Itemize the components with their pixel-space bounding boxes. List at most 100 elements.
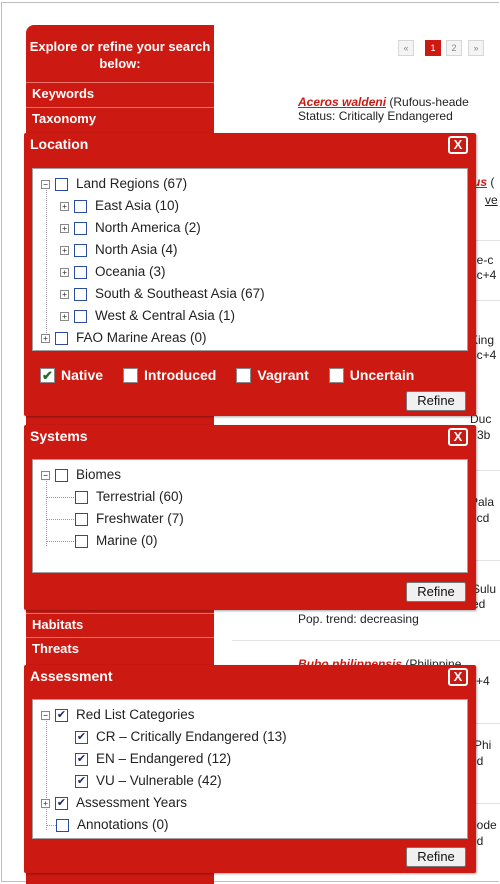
expand-icon[interactable]: + bbox=[60, 245, 69, 255]
checkbox[interactable] bbox=[74, 199, 87, 213]
expand-icon[interactable]: + bbox=[60, 201, 69, 211]
expand-icon[interactable]: + bbox=[60, 223, 69, 233]
option-label: Vagrant bbox=[257, 367, 309, 383]
result-1-common: (Rufous-heade bbox=[389, 95, 469, 109]
checkbox[interactable] bbox=[74, 265, 87, 279]
option-vagrant[interactable]: Vagrant bbox=[236, 367, 309, 383]
checkbox[interactable] bbox=[75, 512, 88, 526]
tree-label: Freshwater (7) bbox=[96, 511, 184, 526]
sidebar-item-threats[interactable]: Threats bbox=[26, 637, 214, 659]
checkbox[interactable] bbox=[55, 331, 68, 345]
tree-label: Terrestrial (60) bbox=[96, 489, 184, 504]
tree-label: VU – Vulnerable (42) bbox=[96, 773, 222, 788]
expand-icon[interactable]: + bbox=[60, 289, 69, 299]
tree-label: FAO Marine Areas (0) bbox=[76, 330, 207, 345]
assessment-tree: − ✔ Red List Categories ✔ CR – Criticall… bbox=[32, 699, 468, 839]
expand-icon[interactable]: + bbox=[60, 311, 69, 321]
tree-node-south-southeast-asia: + South & Southeast Asia (67) bbox=[60, 283, 265, 305]
checked-checkbox-icon[interactable]: ✔ bbox=[55, 796, 68, 810]
tree-node-east-asia: + East Asia (10) bbox=[60, 195, 179, 217]
expand-icon[interactable]: + bbox=[60, 267, 69, 277]
checkbox[interactable] bbox=[74, 309, 87, 323]
divider bbox=[232, 640, 500, 641]
option-label: Introduced bbox=[144, 367, 217, 383]
tree-node-marine: Marine (0) bbox=[75, 530, 158, 552]
location-panel: Location X − Land Regions (67) + East As… bbox=[24, 133, 476, 416]
result-1: Aceros waldeni (Rufous-heade bbox=[298, 95, 500, 109]
tree-label: North Asia (4) bbox=[95, 242, 178, 257]
tree-line bbox=[46, 476, 47, 546]
checkbox[interactable] bbox=[328, 367, 344, 383]
tree-node-north-asia: + North Asia (4) bbox=[60, 239, 178, 261]
expand-icon[interactable]: + bbox=[41, 798, 50, 808]
tree-node-en: ✔ EN – Endangered (12) bbox=[75, 748, 231, 770]
tree-node-north-america: + North America (2) bbox=[60, 217, 201, 239]
tree-node-assessment-years: + ✔ Assessment Years bbox=[41, 792, 187, 814]
assessment-close-button[interactable]: X bbox=[448, 668, 468, 686]
result-2-link[interactable]: ve bbox=[485, 193, 498, 207]
systems-tree: − Biomes Terrestrial (60) Freshwater (7)… bbox=[32, 459, 468, 573]
checkbox[interactable] bbox=[75, 534, 88, 548]
checked-checkbox-icon[interactable]: ✔ bbox=[75, 730, 88, 744]
tree-label: North America (2) bbox=[95, 220, 201, 235]
location-refine-button[interactable]: Refine bbox=[406, 391, 466, 411]
tree-node-terrestrial: Terrestrial (60) bbox=[75, 486, 183, 508]
option-label: Uncertain bbox=[349, 367, 415, 383]
systems-panel: Systems X − Biomes Terrestrial (60) Fres… bbox=[24, 425, 476, 610]
result-pop-trend: Pop. trend: decreasing bbox=[298, 612, 419, 626]
checked-checkbox-icon[interactable]: ✔ bbox=[40, 367, 55, 383]
result-1-status: Status: Critically Endangered bbox=[298, 109, 453, 123]
assessment-refine-button[interactable]: Refine bbox=[406, 847, 466, 867]
pager-page-2[interactable]: 2 bbox=[446, 40, 462, 56]
origin-options: ✔ Native Introduced Vagrant Uncertain bbox=[40, 364, 414, 386]
checkbox[interactable] bbox=[74, 221, 87, 235]
location-panel-title: Location bbox=[30, 136, 89, 152]
checkbox[interactable] bbox=[123, 367, 139, 383]
checkbox[interactable] bbox=[74, 243, 87, 257]
tree-node-cr: ✔ CR – Critically Endangered (13) bbox=[75, 726, 287, 748]
checked-checkbox-icon[interactable]: ✔ bbox=[75, 774, 88, 788]
systems-panel-title: Systems bbox=[30, 428, 88, 444]
tree-node-red-list-categories: − ✔ Red List Categories bbox=[41, 704, 195, 726]
pager-page-1[interactable]: 1 bbox=[425, 40, 441, 56]
systems-close-button[interactable]: X bbox=[448, 428, 468, 446]
checkbox[interactable] bbox=[236, 367, 252, 383]
checkbox[interactable] bbox=[55, 468, 68, 482]
collapse-icon[interactable]: − bbox=[41, 710, 50, 720]
tree-line bbox=[46, 519, 74, 520]
tree-label: Red List Categories bbox=[76, 707, 195, 722]
tree-label: Marine (0) bbox=[96, 533, 158, 548]
option-label: Native bbox=[61, 367, 104, 383]
sidebar-item-habitats[interactable]: Habitats bbox=[26, 613, 214, 635]
tree-label: Assessment Years bbox=[76, 795, 188, 810]
checkbox[interactable] bbox=[74, 287, 87, 301]
option-uncertain[interactable]: Uncertain bbox=[328, 367, 415, 383]
location-close-button[interactable]: X bbox=[448, 136, 468, 154]
systems-refine-button[interactable]: Refine bbox=[406, 582, 466, 602]
expand-icon[interactable]: + bbox=[41, 333, 50, 343]
sidebar-heading: Explore or refine your search below: bbox=[29, 39, 211, 71]
tree-line bbox=[46, 185, 47, 343]
sidebar-item-taxonomy[interactable]: Taxonomy bbox=[26, 107, 214, 129]
checkbox[interactable] bbox=[56, 818, 69, 832]
tree-node-west-central-asia: + West & Central Asia (1) bbox=[60, 305, 235, 327]
collapse-icon[interactable]: − bbox=[41, 179, 50, 189]
collapse-icon[interactable]: − bbox=[41, 470, 50, 480]
checkbox[interactable] bbox=[75, 490, 88, 504]
checked-checkbox-icon[interactable]: ✔ bbox=[55, 708, 68, 722]
pager-next-button[interactable]: » bbox=[468, 40, 484, 56]
tree-node-annotations: Annotations (0) bbox=[56, 814, 169, 836]
tree-label: East Asia (10) bbox=[95, 198, 180, 213]
checkbox[interactable] bbox=[55, 177, 68, 191]
assessment-panel: Assessment X − ✔ Red List Categories ✔ C… bbox=[24, 665, 476, 873]
sidebar-item-keywords[interactable]: Keywords bbox=[26, 82, 214, 104]
option-native[interactable]: ✔ Native bbox=[40, 367, 103, 383]
tree-node-freshwater: Freshwater (7) bbox=[75, 508, 184, 530]
tree-label: West & Central Asia (1) bbox=[95, 308, 236, 323]
result-1-name[interactable]: Aceros waldeni bbox=[298, 95, 386, 109]
tree-label: Annotations (0) bbox=[77, 817, 169, 832]
tree-label: CR – Critically Endangered (13) bbox=[96, 729, 287, 744]
option-introduced[interactable]: Introduced bbox=[123, 367, 216, 383]
checked-checkbox-icon[interactable]: ✔ bbox=[75, 752, 88, 766]
pager-prev-button[interactable]: « bbox=[398, 40, 414, 56]
